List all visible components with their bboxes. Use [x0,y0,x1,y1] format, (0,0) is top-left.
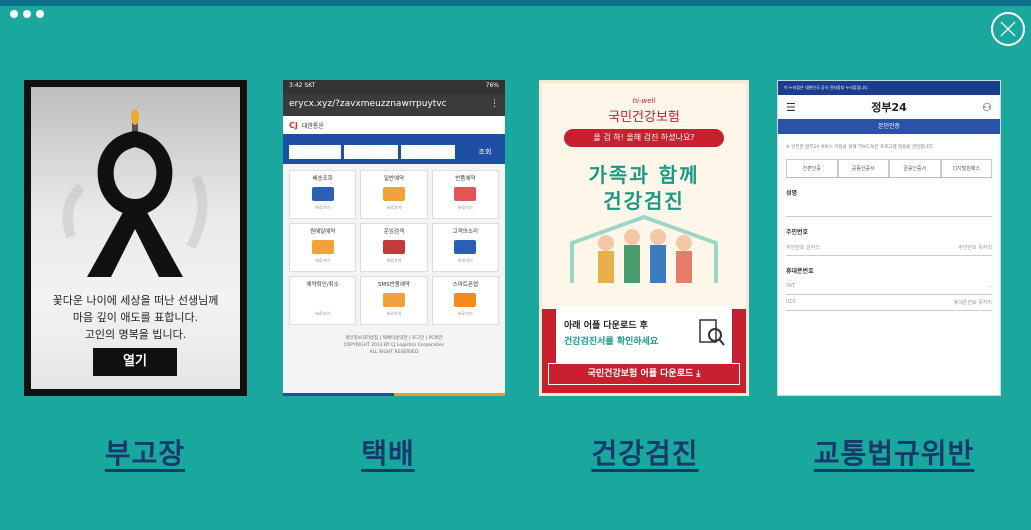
family-illustration [570,214,718,283]
tracking-search-panel: 조회 [283,134,505,164]
tracking-input-3[interactable] [401,145,455,159]
brand-name: 국민건강보험 [608,110,680,125]
phone-number-field[interactable]: 010 휴대폰번호 뒷자리 [786,295,992,311]
headline-line-1: 가족과 함께 [588,163,700,187]
footer-color-bar [283,393,505,396]
tab-simple-auth[interactable]: 간편인증 [786,159,838,177]
service-tile[interactable]: 예약확인/취소 바로가기 [289,276,357,325]
gov24-logo: 정부24 [871,101,907,114]
caption-health: 건강검진 [591,437,699,470]
caption-delivery: 택배 [361,437,415,470]
menu-icon[interactable]: ☰ [786,101,796,114]
name-field[interactable] [786,201,992,217]
gov-header: ☰ 정부24 ⚇ [778,95,1000,119]
gov24-auth-card: 이 누리집은 대한민국 공식 전자정부 누리집입니다. ☰ 정부24 ⚇ 본인인… [777,80,1001,396]
user-icon[interactable]: ⚇ [982,101,992,114]
auth-tabs: 간편인증 공동인증서 금융인증서 디지털원패스 [786,159,992,178]
phone-status-bar: 3:42 SKT 76% [283,80,505,94]
caption-traffic: 교통법규위반 [813,437,975,470]
gov-banner: 이 누리집은 대한민국 공식 전자정부 누리집입니다. [778,81,1000,95]
security-notice: ※ 안전한 정부24 서비스 이용을 위해 키보드보안 프로그램 적용을 권장합… [786,145,934,150]
tracking-input-1[interactable] [289,145,341,159]
tab-finance-cert[interactable]: 금융인증서 [889,159,941,177]
open-button[interactable]: 열기 [93,348,177,376]
close-icon[interactable] [991,12,1025,46]
window-dots-icon [10,10,44,18]
condolence-message: 꽃다운 나이에 세상을 떠난 선생님께 마음 깊이 애도를 표합니다. 고인의 … [52,294,219,341]
funeral-notice-card: 꽃다운 나이에 세상을 떠난 선생님께 마음 깊이 애도를 표합니다. 고인의 … [24,80,247,396]
document-search-icon [699,319,725,346]
brand-name: 대한통운 [301,122,324,130]
top-bar [0,0,1031,6]
cj-logo: CJ [289,120,298,130]
search-button[interactable]: 조회 [471,145,499,159]
id-number-fields[interactable]: 주민번호 앞자리 주민번호 뒷자리 [786,240,992,256]
service-tile[interactable]: 스마트폰앱 바로가기 [431,276,499,325]
app-download-button[interactable]: 국민건강보험 어플 다운로드 ⤓ [548,363,740,385]
mourning-ribbon-icon [62,109,208,277]
service-grid: 배송조회 바로가기 일반예약 바로가기 반품예약 바로가기 원예일예약 바로가기 운임검… [283,164,505,331]
service-tile[interactable]: 배송조회 바로가기 [289,170,357,219]
page-nav-title: 본인인증 [778,119,1000,134]
checkup-question: 올 검 하! 올해 검진 하셨나요? [564,129,724,147]
tab-joint-cert[interactable]: 공동인증서 [837,159,889,177]
service-tile[interactable]: SMS반품예약 바로가기 [360,276,428,325]
service-tile[interactable]: 원예일예약 바로가기 [289,223,357,272]
caption-funeral: 부고장 [104,437,186,470]
site-footer: 개인정보처리방침 | 택배이용약관 | 로그인 | PC버전 COPYRIGHT… [343,336,445,355]
url-bar[interactable]: erycx.xyz/?zavxmeuzznawrrpuytvc ⋮ [283,94,505,116]
service-tile[interactable]: 일반예약 바로가기 [360,170,428,219]
brand-small: hi-well [632,97,656,105]
health-checkup-card: hi-well 국민건강보험 올 검 하! 올해 검진 하셨나요? 가족과 함께… [539,80,749,396]
name-label: 성명 [786,190,798,197]
tab-digital-onepass[interactable]: 디지털원패스 [940,159,992,177]
instruction-box: 아래 어플 다운로드 후 건강검진서를 확인하세요 [556,306,732,364]
site-header: CJ 대한통운 [283,116,505,134]
service-tile[interactable]: 고객의소리 바로가기 [431,223,499,272]
delivery-phishing-card: 3:42 SKT 76% erycx.xyz/?zavxmeuzznawrrpuy… [283,80,505,396]
id-label: 주민번호 [786,229,809,236]
phone-label: 휴대폰번호 [786,268,814,275]
carrier-select[interactable]: SKT ⌄ [786,279,992,295]
service-tile[interactable]: 운임검색 바로가기 [360,223,428,272]
tracking-input-2[interactable] [344,145,398,159]
headline-line-2: 건강검진 [603,189,685,213]
service-tile[interactable]: 반품예약 바로가기 [431,170,499,219]
